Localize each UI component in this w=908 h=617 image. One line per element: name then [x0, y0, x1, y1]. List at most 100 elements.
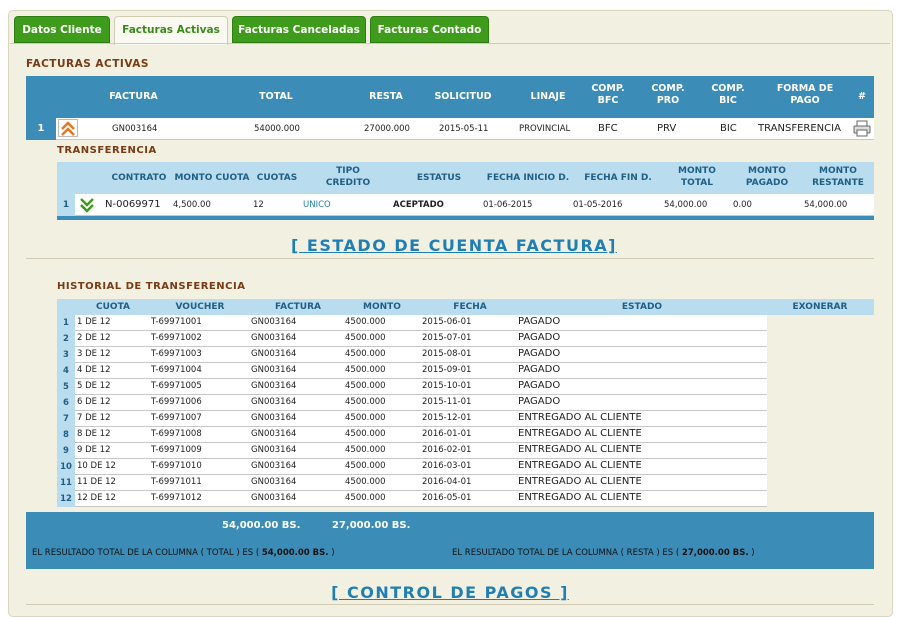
- forma-pago-value: TRANSFERENCIA: [758, 123, 841, 134]
- double-chevron-up-icon[interactable]: [58, 119, 78, 137]
- estado-value: PAGADO: [518, 380, 561, 391]
- control-pagos-link[interactable]: [ CONTROL DE PAGOS ]: [0, 583, 900, 602]
- estado-cuenta-link[interactable]: [ ESTADO DE CUENTA FACTURA]: [0, 236, 908, 255]
- monto-value: 4500.000: [345, 461, 386, 471]
- tab-facturas-canceladas[interactable]: Facturas Canceladas: [232, 16, 366, 43]
- historial-row-index: 12: [57, 491, 75, 507]
- fecha-value: 2016-05-01: [422, 493, 472, 503]
- voucher-value: T-69971009: [151, 445, 202, 455]
- col-hash: #: [858, 91, 866, 102]
- monto-value: 4500.000: [345, 429, 386, 439]
- col-comp-pro: COMP. PRO: [651, 83, 685, 106]
- monto-total-value: 54,000.00: [664, 200, 708, 210]
- linaje-value: PROVINCIAL: [519, 124, 571, 134]
- factura-value: GN003164: [251, 429, 297, 439]
- estado-value: ENTREGADO AL CLIENTE: [518, 460, 642, 471]
- contrato-value: N-0069971: [105, 199, 161, 210]
- tab-datos-cliente[interactable]: Datos Cliente: [14, 16, 110, 43]
- cuota-value: 12 DE 12: [77, 493, 116, 503]
- col-voucher: VOUCHER: [175, 302, 225, 312]
- section-title-transferencia: TRANSFERENCIA: [57, 145, 157, 156]
- voucher-value: T-69971006: [151, 397, 202, 407]
- factura-value: GN003164: [251, 493, 297, 503]
- historial-row[interactable]: 9 DE 12 T-69971009 GN003164 4500.000 2016-02…: [75, 443, 767, 459]
- transferencia-table-header: CONTRATO MONTO CUOTA CUOTAS TIPO CREDITO…: [57, 162, 874, 194]
- col-estado: ESTADO: [621, 302, 663, 312]
- monto-value: 4500.000: [345, 333, 386, 343]
- historial-row[interactable]: 10 DE 12 T-69971010 GN003164 4500.000 2016-0…: [75, 459, 767, 475]
- tab-facturas-contado[interactable]: Facturas Contado: [370, 16, 489, 43]
- historial-row[interactable]: 12 DE 12 T-69971012 GN003164 4500.000 2016-0…: [75, 491, 767, 507]
- voucher-value: T-69971002: [151, 333, 202, 343]
- tab-divider: [10, 43, 890, 44]
- cuota-value: 2 DE 12: [77, 333, 111, 343]
- monto-value: 4500.000: [345, 413, 386, 423]
- voucher-value: T-69971001: [151, 317, 202, 327]
- total-value: 54000.000: [254, 124, 300, 134]
- col-fecha-fin: FECHA FIN D.: [584, 173, 652, 183]
- estado-value: ENTREGADO AL CLIENTE: [518, 444, 642, 455]
- col-exonerar: EXONERAR: [792, 302, 848, 312]
- col-forma-pago: FORMA DE PAGO: [776, 83, 834, 106]
- historial-row[interactable]: 11 DE 12 T-69971011 GN003164 4500.000 2016-0…: [75, 475, 767, 491]
- resta-value: 27000.000: [364, 124, 410, 134]
- solicitud-value: 2015-05-11: [439, 124, 489, 134]
- comp-pro-value: PRV: [657, 123, 677, 134]
- col-fecha-inicio: FECHA INICIO D.: [486, 173, 570, 183]
- col-contrato: CONTRATO: [111, 173, 167, 183]
- cuotas-value: 12: [253, 200, 264, 210]
- tipo-credito-link[interactable]: UNICO: [303, 198, 331, 212]
- estado-value: PAGADO: [518, 396, 561, 407]
- historial-row-index: 3: [57, 347, 75, 363]
- cuota-value: 10 DE 12: [77, 461, 116, 471]
- factura-value: GN003164: [251, 317, 297, 327]
- tab-facturas-activas[interactable]: Facturas Activas: [114, 16, 228, 45]
- voucher-value: T-69971012: [151, 493, 202, 503]
- factura-value: GN003164: [251, 381, 297, 391]
- estado-value: ENTREGADO AL CLIENTE: [518, 412, 642, 423]
- cuota-value: 5 DE 12: [77, 381, 111, 391]
- cuota-value: 1 DE 12: [77, 317, 111, 327]
- historial-row[interactable]: 5 DE 12 T-69971005 GN003164 4500.000 2015-10…: [75, 379, 767, 395]
- historial-row[interactable]: 3 DE 12 T-69971003 GN003164 4500.000 2015-08…: [75, 347, 767, 363]
- col-tipo-credito: TIPO CREDITO: [325, 166, 371, 188]
- historial-row-index: 10: [57, 459, 75, 475]
- col-linaje: LINAJE: [530, 91, 566, 102]
- fecha-inicio-value: 01-06-2015: [483, 200, 533, 210]
- comp-bfc-value: BFC: [598, 123, 618, 134]
- col-fecha: FECHA: [453, 302, 487, 312]
- transferencia-row[interactable]: N-0069971 4,500.00 12 UNICO ACEPTADO 01-…: [75, 194, 874, 216]
- cuota-value: 6 DE 12: [77, 397, 111, 407]
- factura-row[interactable]: GN003164 54000.000 27000.000 2015-05-11 …: [56, 118, 874, 140]
- sum-resta: 27,000.00 BS.: [332, 520, 411, 531]
- result-total-prefix: EL RESULTADO TOTAL DE LA COLUMNA ( TOTAL…: [32, 548, 260, 558]
- result-total-value: 54,000.00 BS.: [261, 548, 329, 558]
- result-resta-value: 27,000.00 BS.: [681, 548, 749, 558]
- section-title-facturas-activas: FACTURAS ACTIVAS: [26, 58, 149, 70]
- transferencia-bottom-bar: [57, 216, 874, 220]
- historial-row[interactable]: 7 DE 12 T-69971007 GN003164 4500.000 2015-12…: [75, 411, 767, 427]
- historial-row[interactable]: 8 DE 12 T-69971008 GN003164 4500.000 2016-01…: [75, 427, 767, 443]
- monto-value: 4500.000: [345, 349, 386, 359]
- historial-row[interactable]: 2 DE 12 T-69971002 GN003164 4500.000 2015-07…: [75, 331, 767, 347]
- voucher-value: T-69971005: [151, 381, 202, 391]
- historial-row-index: 9: [57, 443, 75, 459]
- factura-value: GN003164: [251, 461, 297, 471]
- facturas-table-header: FACTURA TOTAL RESTA SOLICITUD LINAJE COM…: [26, 76, 874, 118]
- col-resta: RESTA: [369, 91, 403, 102]
- col-comp-bfc: COMP. BFC: [591, 83, 625, 106]
- col-monto-total: MONTO TOTAL: [678, 166, 716, 188]
- col-monto-cuota: MONTO CUOTA: [174, 173, 250, 183]
- historial-row[interactable]: 6 DE 12 T-69971006 GN003164 4500.000 2015-11…: [75, 395, 767, 411]
- historial-row[interactable]: 4 DE 12 T-69971004 GN003164 4500.000 2015-09…: [75, 363, 767, 379]
- cuota-value: 3 DE 12: [77, 349, 111, 359]
- voucher-value: T-69971004: [151, 365, 202, 375]
- col-factura: FACTURA: [274, 302, 322, 312]
- cuota-value: 8 DE 12: [77, 429, 111, 439]
- printer-icon[interactable]: [853, 120, 871, 142]
- col-cuotas: CUOTAS: [256, 173, 298, 183]
- result-resta-close: ): [751, 548, 755, 558]
- monto-restante-value: 54,000.00: [804, 200, 848, 210]
- monto-value: 4500.000: [345, 445, 386, 455]
- historial-row[interactable]: 1 DE 12 T-69971001 GN003164 4500.000 2015-06…: [75, 315, 767, 331]
